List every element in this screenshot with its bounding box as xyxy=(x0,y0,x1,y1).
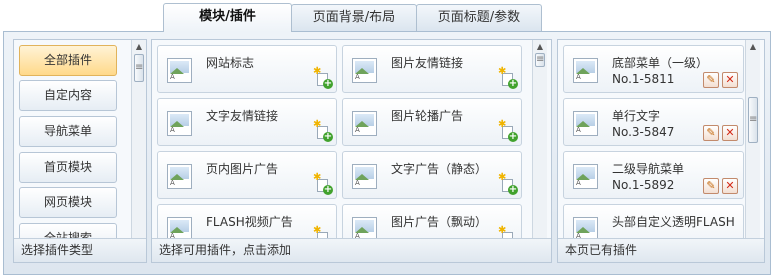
add-plugin-icon[interactable]: ✱+ xyxy=(313,120,333,142)
category-custom-content[interactable]: 自定内容 xyxy=(19,80,117,111)
plugin-code: No.1-5811 xyxy=(612,72,675,86)
plugin-card[interactable]: A 页内图片广告 ✱ + xyxy=(157,151,337,199)
page-plugin-item[interactable]: A 底部菜单（一级） No.1-5811 ✎ ✕ xyxy=(563,45,744,93)
plugin-label: 页内图片广告 xyxy=(206,162,279,176)
plugin-card[interactable]: A 图片友情链接 ✱ + xyxy=(342,45,522,93)
tab-modules-plugins[interactable]: 模块/插件 xyxy=(163,3,292,32)
tab-bar: 模块/插件 页面背景/布局 页面标题/参数 xyxy=(0,0,774,32)
category-page-module[interactable]: 网页模块 xyxy=(19,187,117,218)
image-icon: A xyxy=(352,58,377,83)
scroll-thumb[interactable] xyxy=(748,97,758,143)
scroll-up-icon[interactable]: ▲ xyxy=(134,42,144,52)
plugins-scrollbar[interactable]: ▲ xyxy=(532,40,547,239)
edit-icon[interactable]: ✎ xyxy=(703,72,719,88)
page-plugins-footer: 本页已有插件 xyxy=(558,238,764,262)
plugins-panel-footer: 选择可用插件，点击添加 xyxy=(152,238,551,262)
add-plugin-icon[interactable]: ✱+ xyxy=(498,173,518,195)
plugin-manager: 全部插件 自定内容 导航菜单 首页模块 网页模块 全站搜索 ▲ 选择插件类型 A… xyxy=(3,31,771,275)
edit-icon[interactable]: ✎ xyxy=(703,178,719,194)
plugin-label: 网站标志 xyxy=(206,56,255,70)
plugin-label: FLASH视频广告 xyxy=(206,215,293,229)
plugin-label: 二级导航菜单 xyxy=(612,162,685,176)
image-icon: A xyxy=(352,111,377,136)
category-panel: 全部插件 自定内容 导航菜单 首页模块 网页模块 全站搜索 ▲ 选择插件类型 xyxy=(13,39,147,263)
category-panel-footer: 选择插件类型 xyxy=(14,238,146,262)
add-plugin-icon[interactable]: ✱+ xyxy=(313,67,333,89)
image-icon: A xyxy=(167,164,192,189)
image-icon: A xyxy=(573,111,598,136)
plugin-card[interactable]: A 网站标志 ✱ + xyxy=(157,45,337,93)
scroll-thumb[interactable] xyxy=(535,53,545,67)
page-plugins-scrollbar[interactable]: ▲ xyxy=(745,40,760,239)
plugin-card[interactable]: A 图片轮播广告 ✱ + xyxy=(342,98,522,146)
image-icon: A xyxy=(167,58,192,83)
plugin-card[interactable]: A 文字广告（静态） ✱ + xyxy=(342,151,522,199)
tab-background-layout[interactable]: 页面背景/布局 xyxy=(291,4,417,31)
plugin-label: 图片轮播广告 xyxy=(391,109,464,123)
category-all-plugins[interactable]: 全部插件 xyxy=(19,45,117,76)
category-home-module[interactable]: 首页模块 xyxy=(19,152,117,183)
page-plugin-item[interactable]: A 二级导航菜单 No.1-5892 ✎ ✕ xyxy=(563,151,744,199)
plugin-code: No.3-5847 xyxy=(612,125,675,139)
plugin-label: 单行文字 xyxy=(612,109,661,123)
image-icon: A xyxy=(167,111,192,136)
delete-icon[interactable]: ✕ xyxy=(722,72,738,88)
tab-title-params[interactable]: 页面标题/参数 xyxy=(416,4,542,31)
image-icon: A xyxy=(573,164,598,189)
plugin-label: 头部自定义透明FLASH xyxy=(612,215,735,229)
delete-icon[interactable]: ✕ xyxy=(722,125,738,141)
page-plugin-item[interactable]: A 单行文字 No.3-5847 ✎ ✕ xyxy=(563,98,744,146)
plugin-label: 底部菜单（一级） xyxy=(612,56,709,70)
plugin-card[interactable]: A 文字友情链接 ✱ + xyxy=(157,98,337,146)
plugin-label: 图片广告（飘动） xyxy=(391,215,488,229)
scroll-up-icon[interactable]: ▲ xyxy=(748,42,758,52)
scroll-thumb[interactable] xyxy=(134,54,144,82)
image-icon: A xyxy=(352,164,377,189)
image-icon: A xyxy=(573,58,598,83)
plugin-code: No.1-5892 xyxy=(612,178,675,192)
add-plugin-icon[interactable]: ✱+ xyxy=(498,120,518,142)
add-plugin-icon[interactable]: ✱+ xyxy=(498,67,518,89)
delete-icon[interactable]: ✕ xyxy=(722,178,738,194)
scroll-up-icon[interactable]: ▲ xyxy=(535,42,545,52)
plugin-label: 图片友情链接 xyxy=(391,56,464,70)
category-scrollbar[interactable]: ▲ xyxy=(131,40,146,239)
available-plugins-panel: A 网站标志 ✱ + A 图片友情链接 ✱ + A 文字友情链接 ✱ + A 图片轮播… xyxy=(151,39,552,263)
plugin-label: 文字友情链接 xyxy=(206,109,279,123)
add-plugin-icon[interactable]: ✱+ xyxy=(313,173,333,195)
edit-icon[interactable]: ✎ xyxy=(703,125,719,141)
plugin-label: 文字广告（静态） xyxy=(391,162,488,176)
category-nav-menu[interactable]: 导航菜单 xyxy=(19,116,117,147)
page-plugins-panel: A 底部菜单（一级） No.1-5811 ✎ ✕ A 单行文字 No.3-584… xyxy=(557,39,765,263)
